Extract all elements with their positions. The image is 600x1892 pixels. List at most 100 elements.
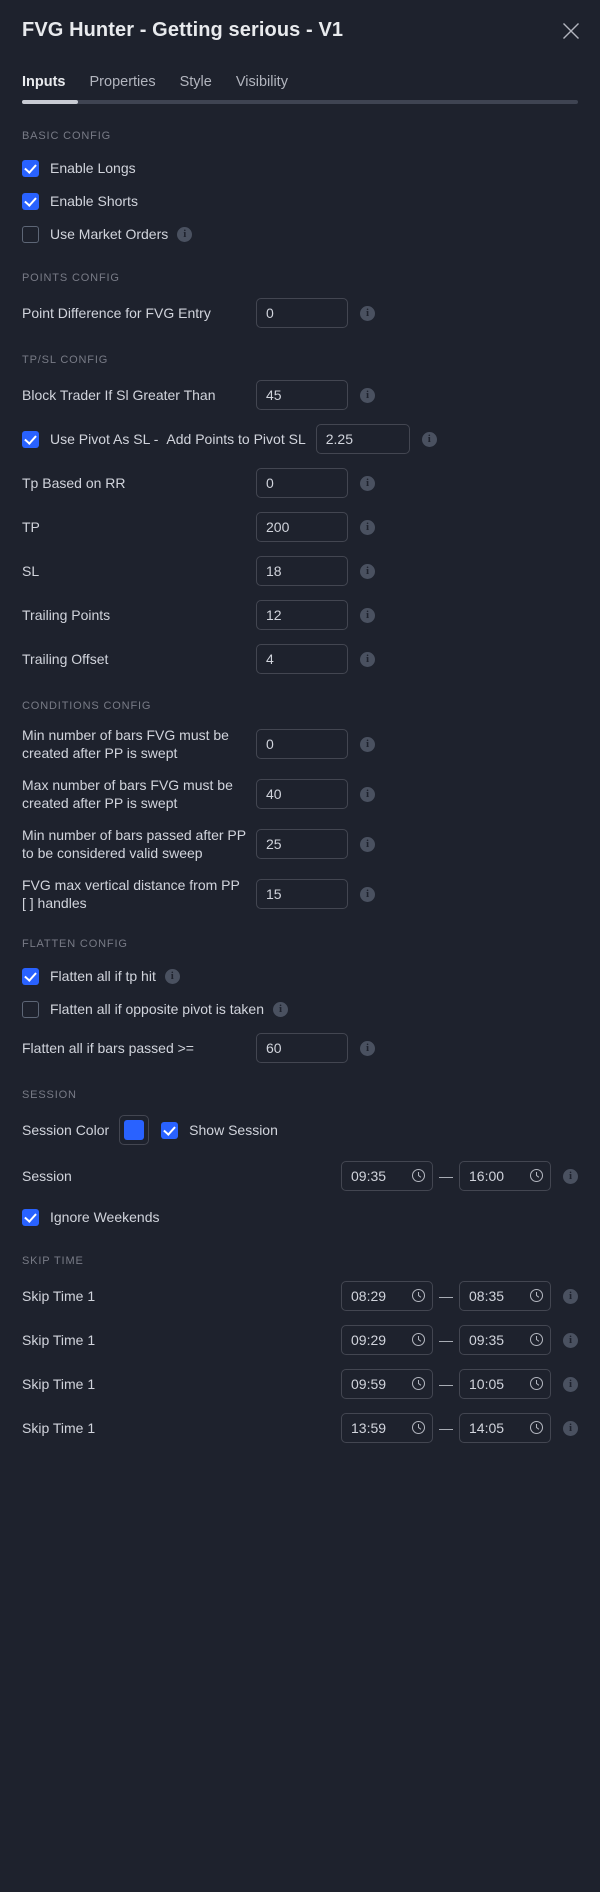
tp-based-on-rr-input[interactable] <box>256 468 348 498</box>
info-icon[interactable]: i <box>421 431 437 447</box>
info-icon[interactable]: i <box>360 563 375 579</box>
info-icon[interactable]: i <box>360 736 375 752</box>
ignore-weekends-checkbox[interactable] <box>22 1208 39 1226</box>
add-points-to-pivot-sl-label: Add Points to Pivot SL <box>166 431 306 447</box>
flatten-tp-hit-label: Flatten all if tp hit <box>50 968 156 984</box>
horizontal-scrollbar[interactable] <box>22 100 578 104</box>
skip-time-start-wrap <box>341 1413 433 1443</box>
dialog-title: FVG Hunter - Getting serious - V1 <box>22 18 344 41</box>
time-range-separator: — <box>439 1168 453 1184</box>
section-skip-time-title: SKIP TIME <box>22 1255 84 1267</box>
skip-time-row: Skip Time 1 — i <box>22 1413 578 1443</box>
point-difference-input[interactable] <box>256 298 348 328</box>
info-icon[interactable]: i <box>563 1288 578 1304</box>
use-pivot-as-sl-checkbox[interactable] <box>22 430 39 448</box>
trailing-points-input[interactable] <box>256 600 348 630</box>
enable-shorts-row[interactable]: Enable Shorts <box>22 189 578 213</box>
time-range-separator: — <box>439 1420 453 1436</box>
trailing-offset-label: Trailing Offset <box>22 651 109 667</box>
skip-time-end-wrap <box>459 1413 551 1443</box>
skip-time-start-input[interactable] <box>341 1281 433 1311</box>
skip-time-row: Skip Time 1 — i <box>22 1281 578 1311</box>
trailing-points-label: Trailing Points <box>22 607 111 623</box>
condition-input[interactable] <box>256 829 348 859</box>
flatten-bars-passed-row: Flatten all if bars passed >= i <box>22 1033 578 1063</box>
tab-inputs[interactable]: Inputs <box>22 74 66 92</box>
skip-time-start-wrap <box>341 1325 433 1355</box>
info-icon[interactable]: i <box>360 305 375 321</box>
enable-longs-checkbox[interactable] <box>22 159 39 177</box>
section-basic-config-title: BASIC CONFIG <box>22 130 112 142</box>
flatten-opposite-pivot-checkbox[interactable] <box>22 1000 39 1018</box>
enable-longs-row[interactable]: Enable Longs <box>22 156 578 180</box>
info-icon[interactable]: i <box>360 836 375 852</box>
block-trader-input[interactable] <box>256 380 348 410</box>
info-icon[interactable]: i <box>360 886 375 902</box>
enable-shorts-checkbox[interactable] <box>22 192 39 210</box>
skip-time-end-input[interactable] <box>459 1369 551 1399</box>
skip-time-start-input[interactable] <box>341 1369 433 1399</box>
skip-time-end-input[interactable] <box>459 1325 551 1355</box>
tp-input[interactable] <box>256 512 348 542</box>
trailing-points-row: Trailing Points i <box>22 600 578 630</box>
section-flatten-config-title: FLATTEN CONFIG <box>22 938 128 950</box>
condition-label: Max number of bars FVG must be created a… <box>22 777 233 811</box>
condition-row: Min number of bars passed after PP to be… <box>22 826 578 862</box>
tab-bar: Inputs Properties Style Visibility <box>0 60 600 92</box>
flatten-tp-hit-checkbox[interactable] <box>22 967 39 985</box>
info-icon[interactable]: i <box>360 475 375 491</box>
condition-input[interactable] <box>256 779 348 809</box>
indicator-settings-dialog: FVG Hunter - Getting serious - V1 Inputs… <box>0 0 600 1892</box>
condition-input[interactable] <box>256 879 348 909</box>
tab-visibility[interactable]: Visibility <box>236 74 288 92</box>
info-icon[interactable]: i <box>360 1040 375 1056</box>
use-market-orders-row[interactable]: Use Market Orders i <box>22 222 578 246</box>
skip-time-end-input[interactable] <box>459 1281 551 1311</box>
dialog-header: FVG Hunter - Getting serious - V1 <box>0 0 600 60</box>
ignore-weekends-label: Ignore Weekends <box>50 1209 160 1225</box>
condition-row: Max number of bars FVG must be created a… <box>22 776 578 812</box>
skip-time-start-input[interactable] <box>341 1413 433 1443</box>
info-icon[interactable]: i <box>563 1420 578 1436</box>
info-icon[interactable]: i <box>360 387 375 403</box>
sl-label: SL <box>22 563 40 579</box>
tab-style[interactable]: Style <box>180 74 212 92</box>
skip-time-label: Skip Time 1 <box>22 1376 96 1392</box>
info-icon[interactable]: i <box>563 1168 578 1184</box>
info-icon[interactable]: i <box>563 1332 578 1348</box>
skip-time-end-input[interactable] <box>459 1413 551 1443</box>
skip-time-label: Skip Time 1 <box>22 1332 96 1348</box>
skip-time-start-input[interactable] <box>341 1325 433 1355</box>
block-trader-row: Block Trader If Sl Greater Than i <box>22 380 578 410</box>
session-time-label: Session <box>22 1168 72 1184</box>
show-session-checkbox[interactable] <box>161 1121 179 1139</box>
use-pivot-as-sl-row: Use Pivot As SL - Add Points to Pivot SL… <box>22 424 578 454</box>
info-icon[interactable]: i <box>360 651 375 667</box>
session-color-picker[interactable] <box>119 1115 150 1145</box>
time-range-separator: — <box>439 1376 453 1392</box>
add-points-to-pivot-sl-input[interactable] <box>315 424 410 454</box>
condition-row: FVG max vertical distance from PP [ ] ha… <box>22 876 578 912</box>
use-market-orders-checkbox[interactable] <box>22 225 39 243</box>
tp-label: TP <box>22 519 40 535</box>
tab-properties[interactable]: Properties <box>90 74 156 92</box>
session-color-row: Session Color Show Session <box>22 1115 578 1145</box>
session-start-input[interactable] <box>341 1161 433 1191</box>
info-icon[interactable]: i <box>360 519 375 535</box>
info-icon[interactable]: i <box>273 1001 289 1017</box>
trailing-offset-input[interactable] <box>256 644 348 674</box>
flatten-bars-passed-input[interactable] <box>256 1033 348 1063</box>
tp-row: TP i <box>22 512 578 542</box>
info-icon[interactable]: i <box>177 226 193 242</box>
skip-time-end-wrap <box>459 1369 551 1399</box>
info-icon[interactable]: i <box>563 1376 578 1392</box>
info-icon[interactable]: i <box>164 968 180 984</box>
scrollbar-thumb[interactable] <box>22 100 78 104</box>
info-icon[interactable]: i <box>360 786 375 802</box>
info-icon[interactable]: i <box>360 607 375 623</box>
close-icon[interactable] <box>556 16 586 46</box>
session-end-input[interactable] <box>459 1161 551 1191</box>
condition-input[interactable] <box>256 729 348 759</box>
sl-input[interactable] <box>256 556 348 586</box>
tp-based-on-rr-row: Tp Based on RR i <box>22 468 578 498</box>
